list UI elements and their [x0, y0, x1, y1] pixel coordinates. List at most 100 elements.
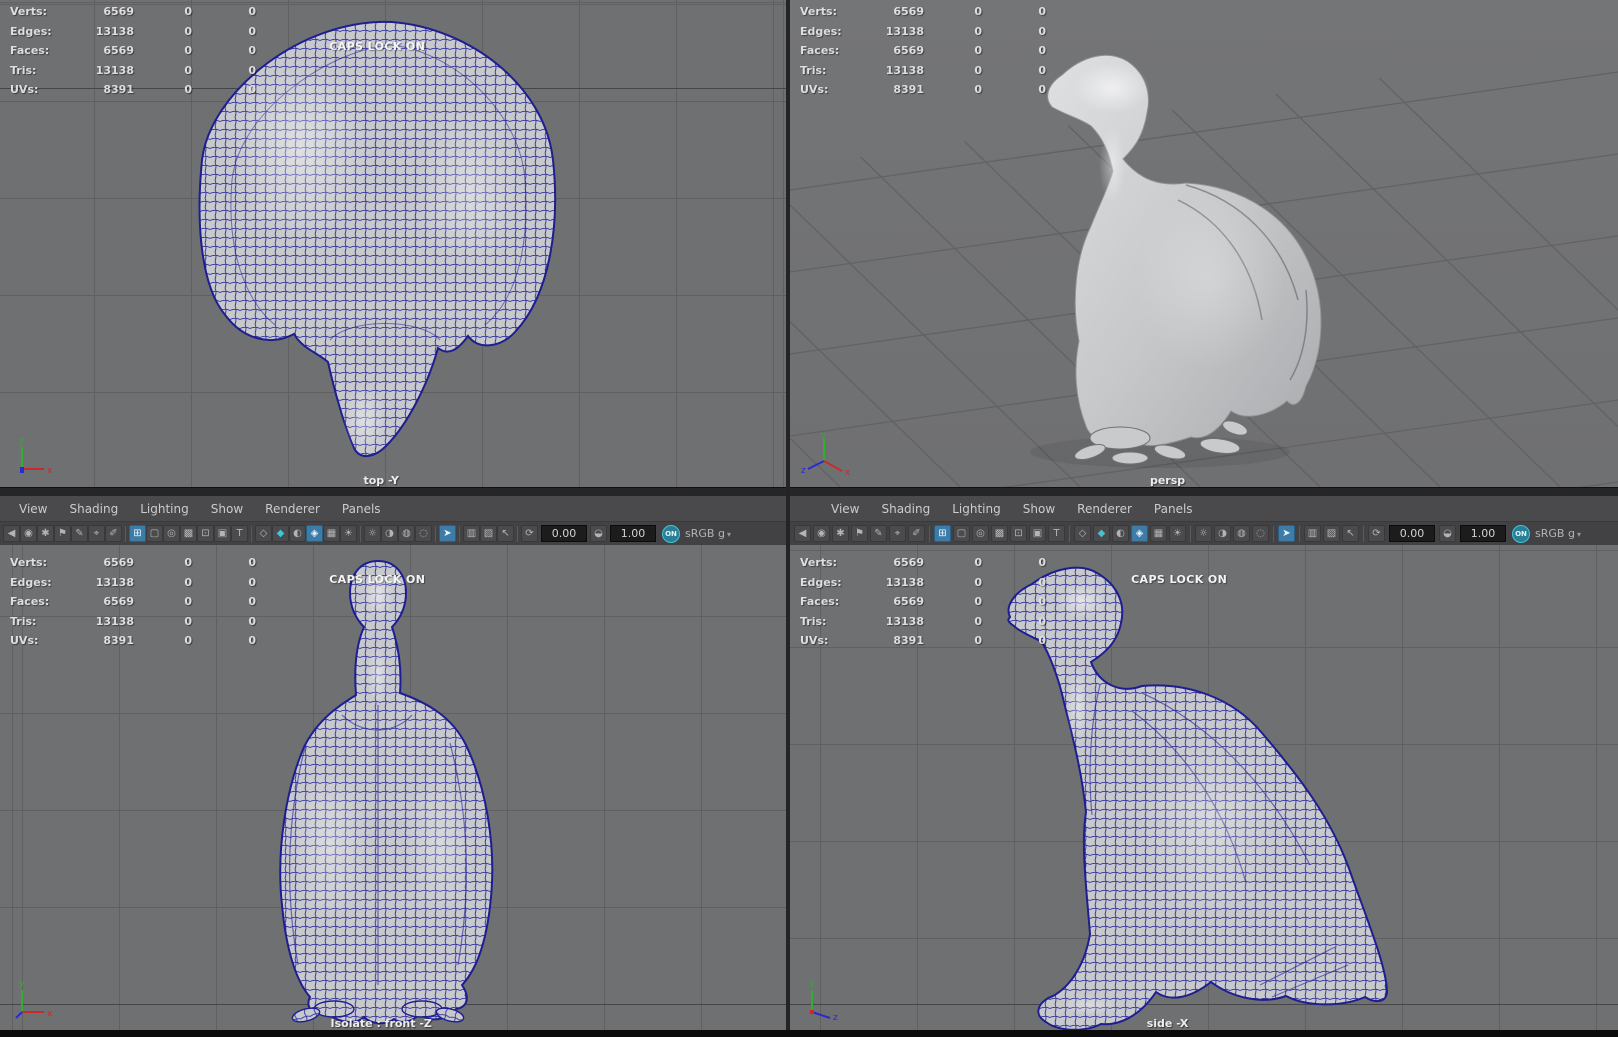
gamma-field[interactable]: 1.00 — [1460, 525, 1506, 542]
lock-camera-icon[interactable]: ◉ — [813, 525, 830, 542]
hud-row: Edges: 13138 0 0 — [800, 22, 1060, 42]
exposure-icon[interactable]: ⟳ — [1368, 525, 1385, 542]
shaded-icon[interactable]: ◆ — [272, 525, 289, 542]
hud-value: 0 — [974, 634, 982, 648]
hud-value: 0 — [184, 24, 192, 38]
menu-shading[interactable]: Shading — [870, 502, 941, 516]
film-gate-icon[interactable]: ▢ — [146, 525, 163, 542]
grid-icon[interactable]: ⊞ — [129, 525, 146, 542]
hud-value: 0 — [974, 614, 982, 628]
menu-lighting[interactable]: Lighting — [129, 502, 200, 516]
motion-blur-icon[interactable]: ◌ — [1252, 525, 1269, 542]
film-gate-icon[interactable]: ▢ — [953, 525, 970, 542]
wireframe-on-shaded-icon[interactable]: ◈ — [1131, 525, 1148, 542]
resolution-gate-icon[interactable]: ◎ — [163, 525, 180, 542]
menu-panels[interactable]: Panels — [1143, 502, 1204, 516]
viewport-side[interactable]: Verts: 6569 0 0 Edges: 13138 0 0 Faces: 6569 0 0 Tri… — [790, 545, 1618, 1030]
field-chart-icon[interactable]: ⊡ — [1010, 525, 1027, 542]
isolate-select-icon[interactable]: ➤ — [1278, 525, 1295, 542]
view-transform-toggle[interactable]: ON — [1512, 524, 1530, 543]
gate-mask-icon[interactable]: ▩ — [991, 525, 1008, 542]
textured-icon[interactable]: ◐ — [289, 525, 306, 542]
lighting-icon[interactable]: ☼ — [364, 525, 381, 542]
toolbar-separator — [1273, 525, 1274, 542]
gamma-icon[interactable]: ◒ — [1439, 525, 1456, 542]
camera-attributes-icon[interactable]: ✱ — [832, 525, 849, 542]
wireframe-on-shaded-icon[interactable]: ◈ — [306, 525, 323, 542]
pan-zoom-icon[interactable]: ⌖ — [88, 525, 105, 542]
exposure-field[interactable]: 0.00 — [1389, 525, 1435, 542]
hud-value: 0 — [184, 83, 192, 97]
view-transform-toggle[interactable]: ON — [662, 524, 680, 543]
menu-renderer[interactable]: Renderer — [1066, 502, 1143, 516]
safe-title-icon[interactable]: T — [1048, 525, 1065, 542]
shaded-icon[interactable]: ◆ — [1093, 525, 1110, 542]
hud-value: 0 — [184, 575, 192, 589]
isolate-select-icon[interactable]: ➤ — [439, 525, 456, 542]
select-camera-icon[interactable]: ◀ — [794, 525, 811, 542]
gate-mask-icon[interactable]: ▩ — [180, 525, 197, 542]
hud-value: 13138 — [885, 575, 924, 589]
shadows-icon[interactable]: ◑ — [381, 525, 398, 542]
colorspace-label[interactable]: sRGB g ▾ — [1535, 527, 1581, 540]
xray-active-icon[interactable]: ▨ — [480, 525, 497, 542]
menu-lighting[interactable]: Lighting — [941, 502, 1012, 516]
default-material-icon[interactable]: ☀ — [1169, 525, 1186, 542]
menu-panels[interactable]: Panels — [331, 502, 392, 516]
bookmark-icon[interactable]: ⚑ — [851, 525, 868, 542]
menu-view[interactable]: View — [8, 502, 58, 516]
grease-pencil-icon[interactable]: ✐ — [105, 525, 122, 542]
menu-view[interactable]: View — [820, 502, 870, 516]
lighting-icon[interactable]: ☼ — [1195, 525, 1212, 542]
xray-icon[interactable]: ▥ — [463, 525, 480, 542]
bookmark-icon[interactable]: ⚑ — [54, 525, 71, 542]
fit-view-icon[interactable]: ↖ — [1342, 525, 1359, 542]
caps-lock-warning: CAPS LOCK ON — [329, 40, 426, 53]
textured-icon[interactable]: ◐ — [1112, 525, 1129, 542]
fit-view-icon[interactable]: ↖ — [497, 525, 514, 542]
safe-title-icon[interactable]: T — [231, 525, 248, 542]
exposure-field[interactable]: 0.00 — [541, 525, 587, 542]
motion-blur-icon[interactable]: ◌ — [415, 525, 432, 542]
wireframe-icon[interactable]: ◇ — [255, 525, 272, 542]
menu-renderer[interactable]: Renderer — [254, 502, 331, 516]
hud-label: Edges: — [10, 24, 52, 38]
menu-show[interactable]: Show — [1012, 502, 1066, 516]
safe-action-icon[interactable]: ▣ — [214, 525, 231, 542]
viewport-top[interactable]: Verts: 6569 0 0 Edges: 13138 0 0 Faces: 6569 0 0 Tri… — [0, 0, 786, 487]
hud-value: 0 — [1038, 83, 1046, 97]
viewport-persp[interactable]: Verts: 6569 0 0 Edges: 13138 0 0 Faces: 6569 0 0 Tri… — [790, 0, 1618, 487]
image-plane-icon[interactable]: ✎ — [870, 525, 887, 542]
select-camera-icon[interactable]: ◀ — [3, 525, 20, 542]
resolution-gate-icon[interactable]: ◎ — [972, 525, 989, 542]
field-chart-icon[interactable]: ⊡ — [197, 525, 214, 542]
menu-show[interactable]: Show — [200, 502, 254, 516]
hud-value: 0 — [974, 83, 982, 97]
wireframe-icon[interactable]: ◇ — [1074, 525, 1091, 542]
checkered-icon[interactable]: ▦ — [323, 525, 340, 542]
grease-pencil-icon[interactable]: ✐ — [908, 525, 925, 542]
colorspace-label[interactable]: sRGB g ▾ — [685, 527, 731, 540]
image-plane-icon[interactable]: ✎ — [71, 525, 88, 542]
shadows-icon[interactable]: ◑ — [1214, 525, 1231, 542]
viewport-front[interactable]: Verts: 6569 0 0 Edges: 13138 0 0 Faces: 6569 0 0 Tri… — [0, 545, 786, 1030]
xray-icon[interactable]: ▥ — [1304, 525, 1321, 542]
hud-value: 13138 — [95, 24, 134, 38]
grid-icon[interactable]: ⊞ — [934, 525, 951, 542]
hud-row: Edges: 13138 0 0 — [10, 573, 270, 593]
pan-zoom-icon[interactable]: ⌖ — [889, 525, 906, 542]
occlusion-icon[interactable]: ◍ — [1233, 525, 1250, 542]
default-material-icon[interactable]: ☀ — [340, 525, 357, 542]
xray-active-icon[interactable]: ▨ — [1323, 525, 1340, 542]
menu-shading[interactable]: Shading — [58, 502, 129, 516]
occlusion-icon[interactable]: ◍ — [398, 525, 415, 542]
camera-attributes-icon[interactable]: ✱ — [37, 525, 54, 542]
chevron-down-icon: ▾ — [726, 530, 731, 539]
gamma-icon[interactable]: ◒ — [590, 525, 607, 542]
gamma-field[interactable]: 1.00 — [610, 525, 656, 542]
exposure-icon[interactable]: ⟳ — [521, 525, 538, 542]
checkered-icon[interactable]: ▦ — [1150, 525, 1167, 542]
safe-action-icon[interactable]: ▣ — [1029, 525, 1046, 542]
lock-camera-icon[interactable]: ◉ — [20, 525, 37, 542]
axis-gizmo: y z — [809, 979, 838, 1020]
